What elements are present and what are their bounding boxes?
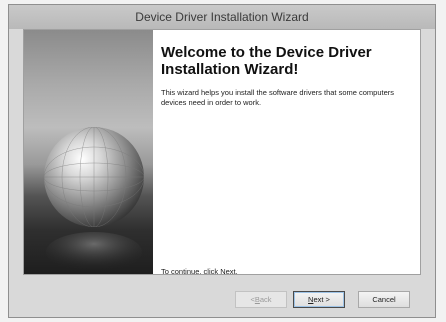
next-button-rest: ext > [313, 295, 330, 304]
button-bar: < Back Next > Cancel [9, 275, 435, 317]
window-title: Device Driver Installation Wizard [135, 10, 309, 24]
back-button[interactable]: < Back [235, 291, 287, 308]
cancel-button-label: Cancel [372, 295, 396, 304]
wizard-window: Device Driver Installation Wizard Welcom… [8, 4, 436, 318]
next-button[interactable]: Next > [293, 291, 345, 308]
cancel-button[interactable]: Cancel [358, 291, 410, 308]
wizard-description: This wizard helps you install the softwa… [161, 88, 395, 107]
welcome-heading: Welcome to the Device Driver Installatio… [161, 44, 372, 78]
continue-instruction: To continue, click Next. [161, 267, 238, 275]
back-button-rest: ack [259, 295, 272, 304]
wizard-page: Welcome to the Device Driver Installatio… [23, 29, 421, 275]
globe-sphere-graphic [44, 127, 144, 272]
title-bar[interactable]: Device Driver Installation Wizard [9, 5, 435, 29]
wizard-content: Welcome to the Device Driver Installatio… [161, 44, 408, 274]
wizard-banner-image [24, 30, 153, 274]
